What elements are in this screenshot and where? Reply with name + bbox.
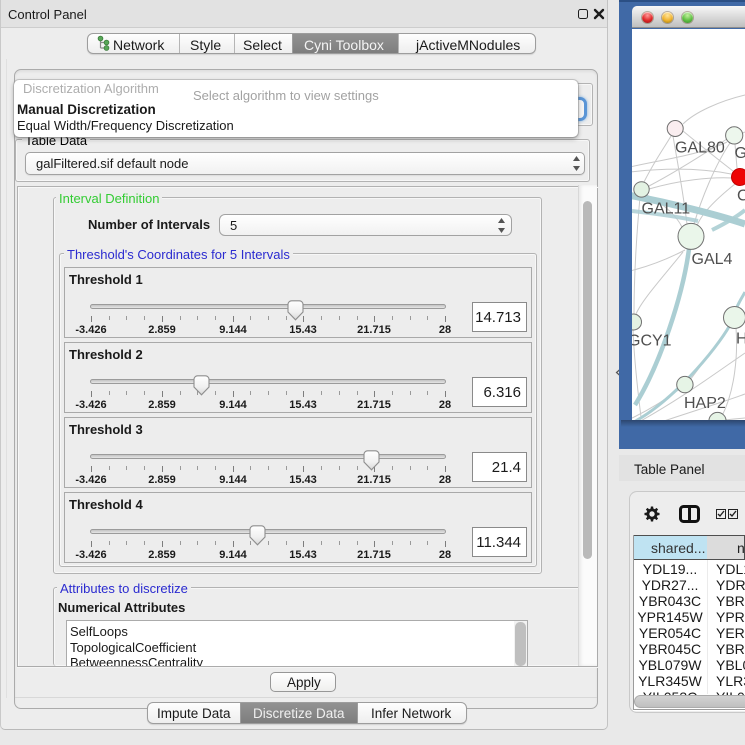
svg-text:GAL11: GAL11	[642, 201, 691, 218]
svg-text:GAL80: GAL80	[675, 140, 725, 157]
svg-text:GA: GA	[735, 145, 745, 162]
svg-text:HAP2: HAP2	[684, 395, 726, 412]
svg-text:GCY1: GCY1	[632, 333, 672, 350]
svg-text:GAL4: GAL4	[692, 251, 733, 268]
svg-text:H: H	[736, 331, 745, 348]
svg-text:C: C	[737, 188, 745, 205]
